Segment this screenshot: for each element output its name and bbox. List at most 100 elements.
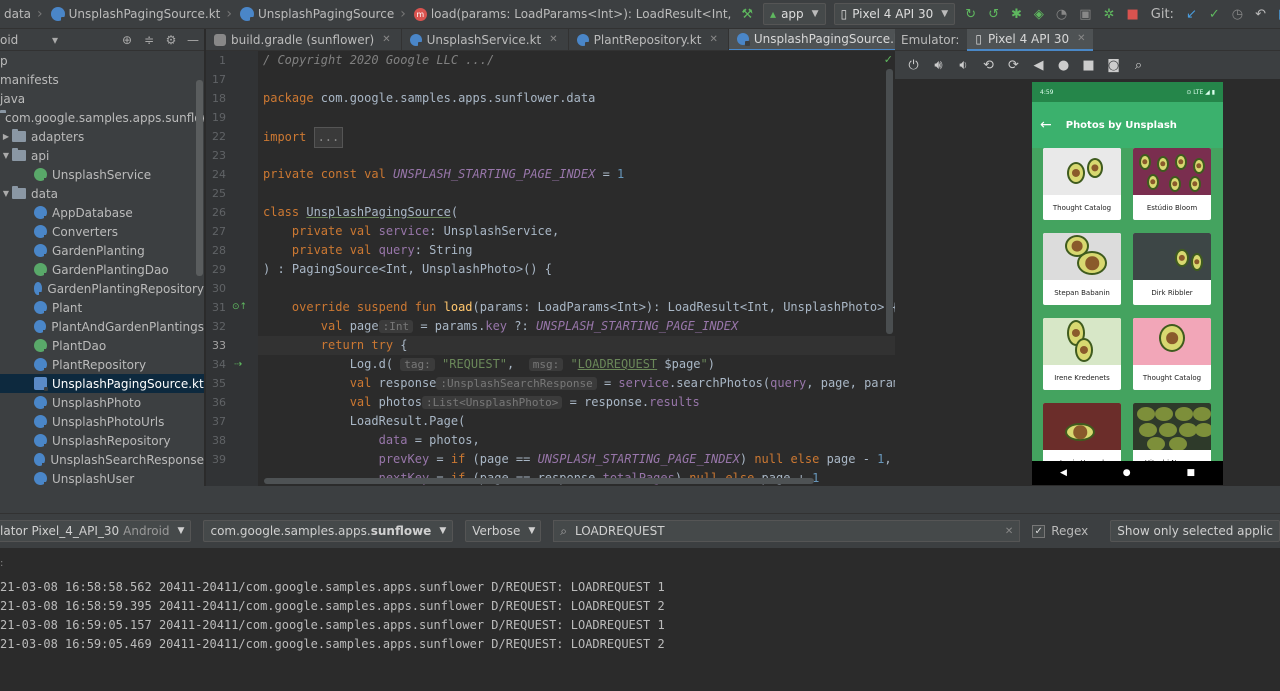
photo-card[interactable]: Estúdio Bloom <box>1133 148 1211 220</box>
editor-tab[interactable]: PlantRepository.kt ✕ <box>569 29 729 50</box>
tree-item[interactable]: PlantRepository <box>0 355 204 374</box>
back-icon[interactable]: ◀ <box>1026 58 1051 73</box>
power-icon[interactable]: ⏻ <box>901 58 926 73</box>
apply-code-changes-icon[interactable]: ↺ <box>982 3 1005 25</box>
tree-item[interactable]: UnsplashUser <box>0 469 204 486</box>
nav-recents-icon[interactable]: ■ <box>1187 468 1196 478</box>
avd-manager-icon[interactable]: ▤ <box>1272 3 1280 25</box>
locate-icon[interactable]: ⊕ <box>116 33 138 47</box>
log-search-input[interactable]: ⌕ LOADREQUEST ✕ <box>553 520 1021 542</box>
chevron-down-icon[interactable]: ▾ <box>44 33 66 47</box>
photo-card[interactable]: Thought Catalog <box>1043 148 1121 220</box>
close-icon[interactable]: ✕ <box>549 34 557 45</box>
nav-back-icon[interactable]: ◀ <box>1060 468 1067 478</box>
camera-icon[interactable]: ◙ <box>1101 58 1126 73</box>
collapse-all-icon[interactable]: ≑ <box>138 33 160 47</box>
apply-changes-icon[interactable]: ↻ <box>959 3 982 25</box>
profile-icon[interactable]: ◔ <box>1050 3 1073 25</box>
tree-item[interactable]: UnsplashPagingSource.kt <box>0 374 204 393</box>
tree-item[interactable]: ▶ adapters <box>0 127 204 146</box>
project-view-select[interactable]: oid <box>0 33 44 47</box>
method-icon: m <box>413 7 427 21</box>
attach-debugger-icon[interactable]: ◈ <box>1028 3 1050 25</box>
regex-checkbox[interactable]: ✓ Regex <box>1032 524 1088 538</box>
debug-icon[interactable]: ✱ <box>1005 3 1028 25</box>
tree-item[interactable]: Converters <box>0 222 204 241</box>
sync-icon[interactable]: ✲ <box>1098 3 1121 25</box>
tree-item[interactable]: manifests <box>0 70 204 89</box>
tree-item[interactable]: ▼ api <box>0 146 204 165</box>
close-icon[interactable]: ✕ <box>1077 33 1085 44</box>
tree-item[interactable]: AppDatabase <box>0 203 204 222</box>
code-token: load <box>443 300 473 314</box>
close-icon[interactable]: ✕ <box>382 34 390 45</box>
editor-tab[interactable]: UnsplashPagingSource.kt✕ <box>728 29 895 50</box>
code-token: .searchPhotos( <box>668 376 771 390</box>
phone-screen[interactable]: 4:59 ⊙ LTE ◢ ▮ ← Photos by Unsplash Thou… <box>1032 82 1223 485</box>
close-icon[interactable]: ✕ <box>709 34 717 45</box>
log-output[interactable]: 21-03-08 16:58:58.562 20411-20411/com.go… <box>0 578 665 654</box>
tree-item[interactable]: UnsplashPhotoUrls <box>0 412 204 431</box>
hide-icon[interactable]: — <box>182 33 204 47</box>
tree-item[interactable]: GardenPlanting <box>0 241 204 260</box>
editor-tab[interactable]: UnsplashService.kt ✕ <box>402 29 569 50</box>
git-update-icon[interactable]: ↙ <box>1180 3 1203 25</box>
photo-card[interactable]: Dirk Ribbler <box>1133 233 1211 305</box>
breadcrumb-method[interactable]: m load(params: LoadParams<Int>): LoadResu… <box>410 0 736 29</box>
tree-item[interactable]: UnsplashService <box>0 165 204 184</box>
editor-tab[interactable]: build.gradle (sunflower) ✕ <box>206 29 402 50</box>
layout-inspector-icon[interactable]: ▣ <box>1073 3 1097 25</box>
photo-card[interactable]: Thought Catalog <box>1133 318 1211 390</box>
tree-item[interactable]: PlantDao <box>0 336 204 355</box>
package-filter-select[interactable]: com.google.samples.apps. sunflowe ▼ <box>203 520 454 542</box>
breadcrumb-file[interactable]: UnsplashPagingSource.kt › <box>47 0 236 29</box>
overview-icon[interactable]: ■ <box>1076 58 1101 73</box>
tree-item[interactable]: ▼ data <box>0 184 204 203</box>
tree-item[interactable]: PlantAndGardenPlantings <box>0 317 204 336</box>
rotate-left-icon[interactable]: ⟲ <box>976 58 1001 73</box>
folded-code[interactable]: ... <box>313 127 344 148</box>
tree-arrow-icon[interactable]: ▼ <box>0 189 12 198</box>
tree-item[interactable]: p <box>0 51 204 70</box>
editor-scrollbar[interactable] <box>886 69 893 334</box>
tree-item[interactable]: java <box>0 89 204 108</box>
git-commit-icon[interactable]: ✓ <box>1203 3 1226 25</box>
tree-item[interactable]: com.google.samples.apps.sunflower <box>0 108 204 127</box>
breadcrumb-data[interactable]: data › <box>0 0 47 29</box>
photo-card[interactable]: Irene Kredenets <box>1043 318 1121 390</box>
tree-arrow-icon[interactable]: ▼ <box>0 151 12 160</box>
code-area[interactable]: / Copyright 2020 Google LLC .../ package … <box>258 51 895 486</box>
photo-card[interactable]: Stepan Babanin <box>1043 233 1121 305</box>
git-history-icon[interactable]: ◷ <box>1226 3 1249 25</box>
tree-item[interactable]: GardenPlantingDao <box>0 260 204 279</box>
tree-arrow-icon[interactable]: ▶ <box>0 132 12 141</box>
device-select[interactable]: ▯ Pixel 4 API 30 ▼ <box>833 3 956 25</box>
clear-search-icon[interactable]: ✕ <box>1005 526 1013 537</box>
log-level-select[interactable]: Verbose ▼ <box>465 520 542 542</box>
project-scrollbar[interactable] <box>196 80 203 276</box>
zoom-icon[interactable]: ⌕ <box>1126 58 1151 73</box>
emulator-device-tab[interactable]: ▯ Pixel 4 API 30 ✕ <box>967 29 1094 51</box>
gear-icon[interactable]: ⚙ <box>160 33 182 47</box>
tree-item[interactable]: UnsplashSearchResponse <box>0 450 204 469</box>
override-marker-icon[interactable]: ⊙↑ <box>232 298 247 317</box>
tree-item[interactable]: UnsplashPhoto <box>0 393 204 412</box>
tree-item[interactable]: GardenPlantingRepository <box>0 279 204 298</box>
device-filter-select[interactable]: lator Pixel_4_API_30 Android ▼ <box>0 520 192 542</box>
editor-horizontal-scrollbar[interactable] <box>264 478 814 484</box>
home-icon[interactable]: ● <box>1051 58 1076 73</box>
show-only-select[interactable]: Show only selected applic <box>1110 520 1280 542</box>
breadcrumb-class[interactable]: UnsplashPagingSource › <box>236 0 410 29</box>
tree-item[interactable]: UnsplashRepository <box>0 431 204 450</box>
revert-icon[interactable]: ↶ <box>1249 3 1272 25</box>
nav-home-icon[interactable]: ● <box>1123 468 1131 478</box>
volume-down-icon[interactable]: 🔉︎ <box>951 58 976 73</box>
check-icon: ✓ <box>883 53 893 66</box>
run-config-select[interactable]: ▴ app ▼ <box>763 3 826 25</box>
stop-icon[interactable]: ■ <box>1120 3 1144 25</box>
arrow-back-icon[interactable]: ← <box>1040 117 1052 133</box>
volume-up-icon[interactable]: 🔊︎ <box>926 58 951 73</box>
tree-item[interactable]: Plant <box>0 298 204 317</box>
build-hammer-icon[interactable]: ⚒ <box>735 3 759 25</box>
rotate-right-icon[interactable]: ⟳ <box>1001 58 1026 73</box>
